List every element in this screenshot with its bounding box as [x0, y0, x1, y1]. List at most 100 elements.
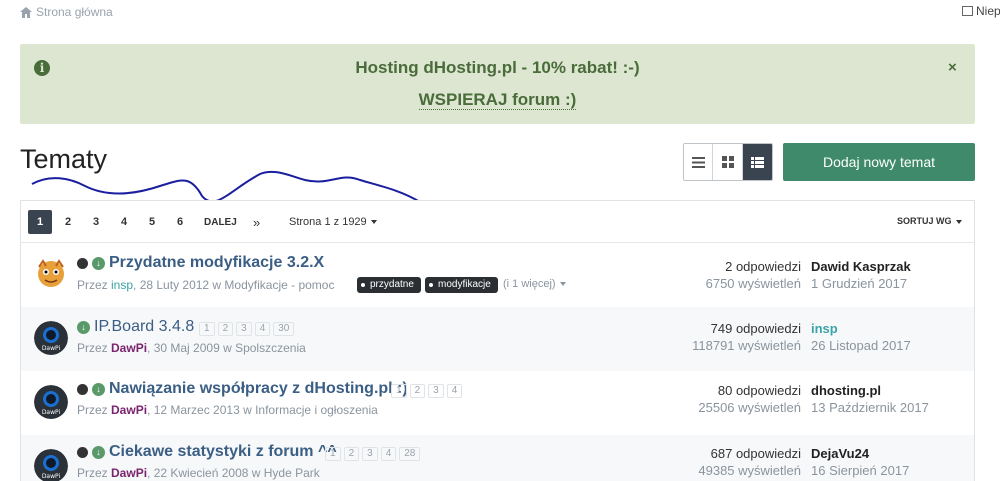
last-poster-link[interactable]: Dawid Kasprzak: [811, 259, 911, 274]
mini-page-link[interactable]: 3: [236, 322, 252, 336]
mini-page-link[interactable]: 4: [446, 384, 463, 398]
support-link[interactable]: WSPIERAJ forum :): [418, 90, 577, 110]
unread-dot-icon: [77, 258, 88, 269]
mini-page-link[interactable]: 3: [428, 384, 444, 398]
announcement-line-2[interactable]: WSPIERAJ forum :): [20, 90, 975, 110]
avatar: DawPi: [34, 385, 68, 419]
last-post-date[interactable]: 13 Październik 2017: [811, 400, 929, 415]
grid-icon: [721, 156, 734, 168]
views-count: 25506 wyświetleń: [698, 400, 801, 415]
sort-dropdown[interactable]: SORTUJ WG: [897, 216, 962, 226]
mini-page-link[interactable]: 1: [391, 384, 407, 398]
close-icon[interactable]: ×: [948, 59, 957, 76]
sort-label: SORTUJ WG: [897, 216, 952, 226]
last-post-info: DejaVu24 16 Sierpień 2017: [811, 446, 909, 478]
caret-down-icon: [559, 282, 566, 287]
topic-row[interactable]: DawPi ↓ Nawiązanie współpracy z dHosting…: [21, 371, 974, 435]
mini-page-link[interactable]: 2: [409, 384, 426, 398]
last-page-button[interactable]: »: [253, 210, 260, 234]
pin-icon: ↓: [77, 321, 90, 334]
page-link-1[interactable]: 1: [28, 210, 52, 234]
pin-icon: ↓: [92, 257, 105, 270]
author-link[interactable]: DawPi: [111, 341, 147, 355]
last-post-info: dhosting.pl 13 Październik 2017: [811, 383, 929, 415]
last-post-info: insp 26 Listopad 2017: [811, 321, 911, 353]
tag-badge[interactable]: modyfikacje: [425, 277, 498, 293]
table-view-button[interactable]: [742, 144, 772, 180]
last-poster-link[interactable]: insp: [811, 321, 911, 336]
breadcrumb-home-link[interactable]: Strona główna: [36, 5, 113, 19]
topic-mini-pagination: 1 2 3 4: [391, 384, 463, 398]
views-count: 118791 wyświetleń: [692, 338, 801, 353]
author-link[interactable]: DawPi: [111, 466, 147, 480]
topic-stats: 687 odpowiedzi 49385 wyświetleń: [698, 446, 801, 478]
mini-page-link[interactable]: 30: [273, 322, 295, 336]
pagination: 1 2 3 4 5 6 DALEJ » Strona 1 z 1929 SORT…: [21, 201, 974, 243]
topic-stats: 2 odpowiedzi 6750 wyświetleń: [706, 259, 801, 291]
date-category: , 22 Kwiecień 2008 w Hyde Park: [147, 466, 320, 480]
topic-row[interactable]: ↓ Przydatne modyfikacje 3.2.X Przez insp…: [21, 243, 974, 307]
avatar: DawPi: [34, 321, 68, 355]
topic-row[interactable]: DawPi ↓ Ciekawe statystyki z forum ^^ 1 …: [21, 435, 974, 481]
page-link-6[interactable]: 6: [175, 210, 185, 234]
page-link-5[interactable]: 5: [147, 210, 157, 234]
topic-title-link[interactable]: Nawiązanie współpracy z dHosting.pl :): [109, 380, 408, 398]
topic-stats: 80 odpowiedzi 25506 wyświetleń: [698, 383, 801, 415]
last-poster-link[interactable]: dhosting.pl: [811, 383, 929, 398]
replies-count: 687 odpowiedzi: [710, 446, 801, 461]
topic-row[interactable]: DawPi ↓ IP.Board 3.4.8 1 2 3 4 30 Przez …: [21, 307, 974, 371]
pin-icon: ↓: [92, 383, 105, 396]
top-bar: Strona główna Niep: [0, 0, 1000, 24]
by-label: Przez: [77, 403, 112, 417]
author-link[interactable]: DawPi: [111, 403, 147, 417]
topic-list-panel: 1 2 3 4 5 6 DALEJ » Strona 1 z 1929 SORT…: [20, 200, 975, 481]
replies-count: 749 odpowiedzi: [710, 321, 801, 336]
top-right-label: Niep: [976, 4, 1000, 18]
grid-view-button[interactable]: [713, 144, 743, 180]
topic-title-link[interactable]: IP.Board 3.4.8: [94, 318, 194, 336]
last-post-date[interactable]: 1 Grudzień 2017: [811, 276, 911, 291]
mini-page-link[interactable]: 2: [343, 447, 360, 461]
next-page-button[interactable]: DALEJ: [204, 210, 237, 234]
topic-stats: 749 odpowiedzi 118791 wyświetleń: [692, 321, 801, 353]
mini-page-link[interactable]: 28: [399, 447, 421, 461]
more-tags-link[interactable]: (i 1 więcej): [503, 278, 566, 290]
by-label: Przez: [77, 278, 112, 292]
page-link-2[interactable]: 2: [63, 210, 73, 234]
top-right-link[interactable]: Niep: [962, 4, 1000, 18]
mini-page-link[interactable]: 3: [362, 447, 378, 461]
author-link[interactable]: insp: [111, 278, 133, 292]
mini-page-link[interactable]: 1: [199, 322, 215, 336]
breadcrumb[interactable]: Strona główna: [20, 5, 113, 19]
topic-meta: Przez insp, 28 Luty 2012 w Modyfikacje -…: [77, 278, 334, 292]
svg-text:DawPi: DawPi: [42, 409, 61, 416]
tag-badge[interactable]: przydatne: [357, 277, 421, 293]
replies-count: 80 odpowiedzi: [717, 383, 801, 398]
page-link-4[interactable]: 4: [119, 210, 129, 234]
mini-page-link[interactable]: 2: [217, 322, 234, 336]
page-link-3[interactable]: 3: [91, 210, 101, 234]
last-post-date[interactable]: 26 Listopad 2017: [811, 338, 911, 353]
mini-page-link[interactable]: 4: [254, 322, 271, 336]
list-view-button[interactable]: [684, 144, 714, 180]
views-count: 6750 wyświetleń: [705, 276, 801, 291]
caret-down-icon: [955, 219, 962, 224]
topic-meta: Przez DawPi, 30 Maj 2009 w Spolszczenia: [77, 341, 306, 355]
topic-title-link[interactable]: Ciekawe statystyki z forum ^^: [109, 443, 337, 461]
topic-meta: Przez DawPi, 22 Kwiecień 2008 w Hyde Par…: [77, 466, 320, 480]
more-tags-label: (i 1 więcej): [503, 278, 556, 290]
topic-mini-pagination: 1 2 3 4 28: [325, 447, 421, 461]
caret-down-icon: [370, 220, 377, 224]
mini-page-link[interactable]: 4: [380, 447, 397, 461]
page-jump-dropdown[interactable]: Strona 1 z 1929: [289, 210, 377, 234]
mini-page-link[interactable]: 1: [325, 447, 341, 461]
list-icon: [691, 156, 705, 168]
last-post-date[interactable]: 16 Sierpień 2017: [811, 463, 909, 478]
avatar: DawPi: [34, 449, 68, 481]
add-topic-button[interactable]: Dodaj nowy temat: [783, 143, 975, 181]
topic-title-link[interactable]: Przydatne modyfikacje 3.2.X: [109, 254, 324, 272]
last-poster-link[interactable]: DejaVu24: [811, 446, 909, 461]
svg-text:DawPi: DawPi: [42, 345, 61, 352]
unread-dot-icon: [77, 447, 88, 458]
views-count: 49385 wyświetleń: [698, 463, 801, 478]
